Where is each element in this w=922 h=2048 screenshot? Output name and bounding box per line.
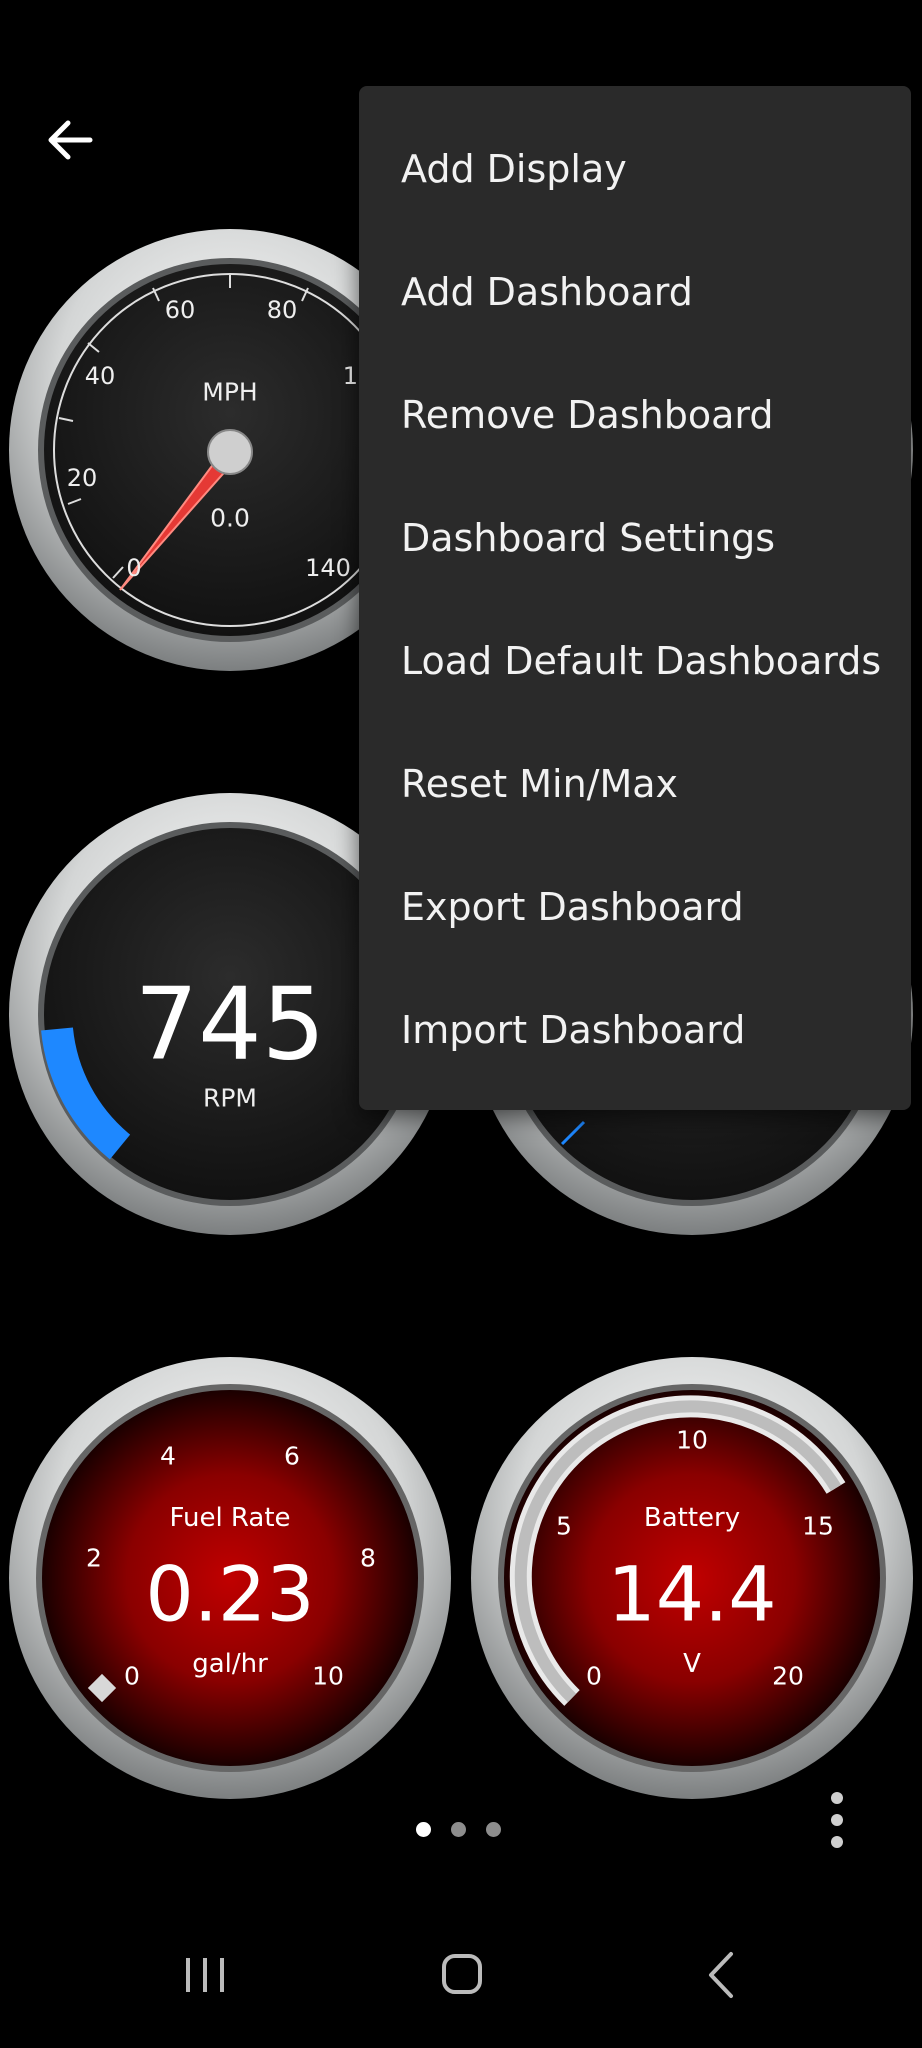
- system-navigation-bar: [0, 1900, 922, 2048]
- chevron-left-icon: [709, 1952, 733, 1998]
- menu-item-export-dashboard[interactable]: Export Dashboard: [359, 845, 911, 968]
- battery-value: 14.4: [607, 1549, 777, 1639]
- fuel-tick-8: 8: [360, 1543, 376, 1573]
- recent-apps-button[interactable]: [150, 1940, 260, 2010]
- page-dot-1[interactable]: [416, 1822, 431, 1837]
- fuel-tick-6: 6: [284, 1441, 300, 1471]
- menu-item-load-default-dashboards[interactable]: Load Default Dashboards: [359, 599, 911, 722]
- battery-gauge[interactable]: 0 5 10 15 20 Battery 14.4 V: [470, 1356, 914, 1800]
- more-vertical-icon: [826, 1792, 848, 1848]
- recent-apps-icon: [186, 1958, 224, 1992]
- fuel-unit: gal/hr: [192, 1649, 268, 1679]
- rpm-unit: RPM: [202, 1083, 258, 1113]
- speed-value: 0.0: [210, 503, 250, 533]
- arrow-left-icon: [48, 120, 93, 160]
- home-button[interactable]: [407, 1940, 517, 2010]
- menu-item-add-display[interactable]: Add Display: [359, 107, 911, 230]
- system-back-button[interactable]: [665, 1940, 775, 2010]
- speed-tick-140: 140: [305, 554, 351, 582]
- home-icon: [442, 1954, 482, 1994]
- speed-tick-80: 80: [266, 296, 298, 324]
- page-indicator: [416, 1822, 501, 1837]
- page-dot-2[interactable]: [451, 1822, 466, 1837]
- battery-tick-5: 5: [556, 1511, 572, 1541]
- back-button[interactable]: [40, 110, 100, 170]
- overflow-menu: Add Display Add Dashboard Remove Dashboa…: [359, 86, 911, 1110]
- fuel-tick-4: 4: [160, 1441, 176, 1471]
- speed-tick-60: 60: [164, 296, 196, 324]
- menu-item-reset-min-max[interactable]: Reset Min/Max: [359, 722, 911, 845]
- menu-item-import-dashboard[interactable]: Import Dashboard: [359, 968, 911, 1091]
- fuel-label: Fuel Rate: [169, 1503, 291, 1533]
- fuel-value: 0.23: [145, 1549, 315, 1639]
- battery-tick-20: 20: [772, 1661, 804, 1691]
- fuel-tick-10: 10: [312, 1661, 344, 1691]
- fuel-tick-0: 0: [124, 1661, 140, 1691]
- menu-item-dashboard-settings[interactable]: Dashboard Settings: [359, 476, 911, 599]
- speed-tick-20: 20: [66, 464, 98, 492]
- more-options-button[interactable]: [826, 1792, 848, 1852]
- menu-item-add-dashboard[interactable]: Add Dashboard: [359, 230, 911, 353]
- rpm-value: 745: [134, 965, 326, 1083]
- fuel-tick-2: 2: [86, 1543, 102, 1573]
- battery-tick-0: 0: [586, 1661, 602, 1691]
- battery-tick-10: 10: [676, 1425, 708, 1455]
- page-dot-3[interactable]: [486, 1822, 501, 1837]
- speed-tick-40: 40: [84, 362, 116, 390]
- battery-unit: V: [683, 1649, 701, 1679]
- menu-item-remove-dashboard[interactable]: Remove Dashboard: [359, 353, 911, 476]
- battery-label: Battery: [643, 1503, 741, 1533]
- fuel-rate-gauge[interactable]: 0 2 4 6 8 10 Fuel Rate 0.23 gal/hr: [8, 1356, 452, 1800]
- speed-tick-0: 0: [126, 554, 142, 582]
- battery-tick-15: 15: [802, 1511, 834, 1541]
- speed-unit: MPH: [202, 377, 258, 407]
